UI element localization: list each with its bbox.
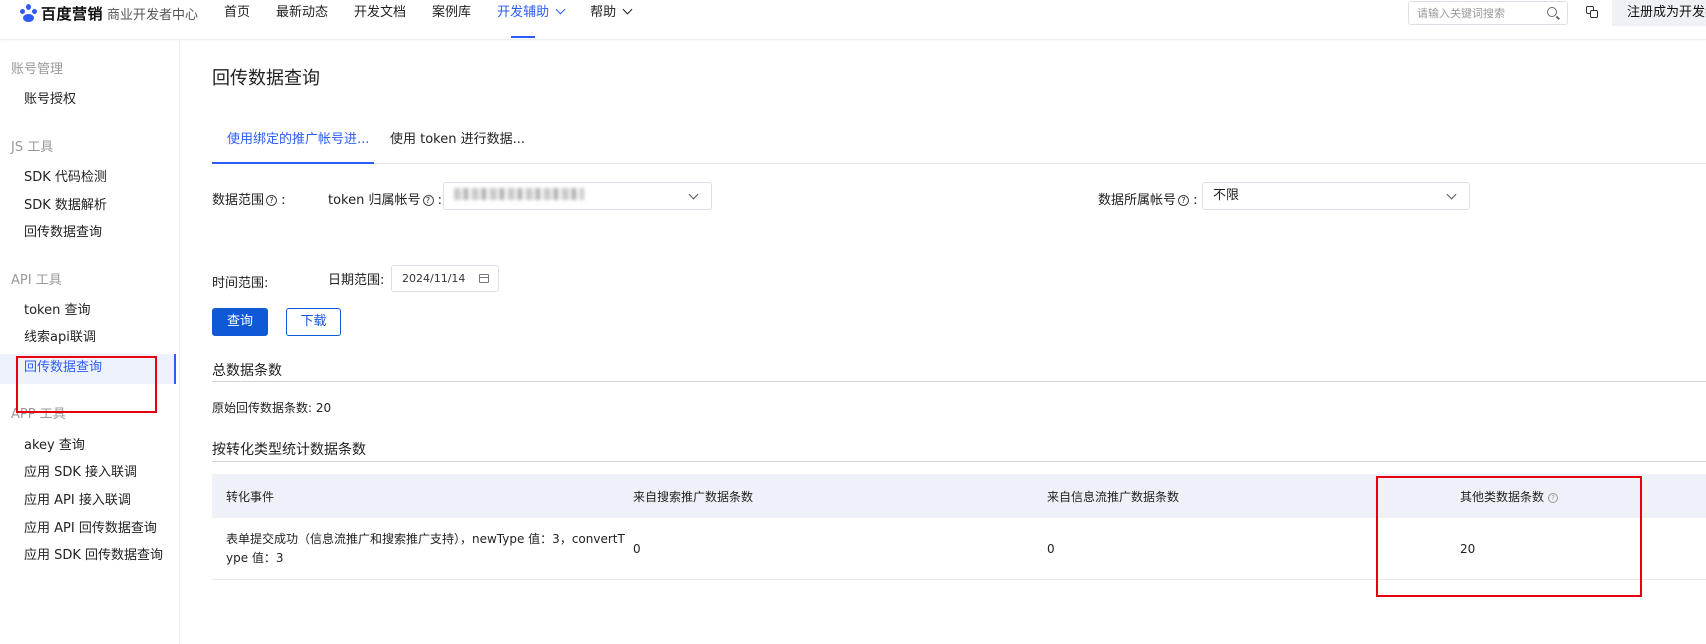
nav-home[interactable]: 首页 (224, 0, 250, 38)
sidebar-item-app-api-callback[interactable]: 应用 API 回传数据查询 (24, 517, 157, 536)
section-divider (212, 381, 1706, 382)
help-icon[interactable]: ? (1178, 195, 1190, 206)
baidu-paw-icon (20, 4, 38, 22)
sidebar-group-api: API 工具 (11, 273, 62, 288)
data-account-label: 数据所属帐号? : (1098, 193, 1198, 208)
help-icon[interactable]: ? (266, 195, 278, 206)
search-box (1408, 1, 1568, 25)
tab-bar: 使用绑定的推广帐号进... 使用 token 进行数据... (211, 132, 1706, 164)
sidebar-item-sdk-check[interactable]: SDK 代码检测 (24, 166, 107, 185)
tab-bound-account[interactable]: 使用绑定的推广帐号进... (211, 132, 375, 164)
register-button[interactable]: 注册成为开发者 (1612, 0, 1706, 26)
total-count: 原始回传数据条数: 20 (212, 401, 332, 415)
highlight-annotation (16, 356, 157, 413)
sidebar-item-lead-api[interactable]: 线索api联调 (24, 326, 96, 345)
sidebar-item-app-sdk-callback[interactable]: 应用 SDK 回传数据查询 (24, 544, 163, 563)
page-title: 回传数据查询 (212, 68, 320, 89)
main-nav: 首页 最新动态 开发文档 案例库 开发辅助 帮助 (224, 0, 657, 40)
copy-icon[interactable] (1586, 6, 1598, 18)
nav-cases[interactable]: 案例库 (432, 0, 471, 38)
download-button[interactable]: 下载 (286, 308, 341, 336)
tab-token[interactable]: 使用 token 进行数据... (390, 132, 525, 164)
table-cell-feed: 0 (1047, 542, 1055, 556)
sidebar-item-app-api-debug[interactable]: 应用 API 接入联调 (24, 489, 131, 508)
redacted-account-value (454, 188, 584, 200)
nav-help[interactable]: 帮助 (590, 0, 633, 38)
column-header: 来自搜索推广数据条数 (633, 490, 754, 504)
date-range-label: 日期范围: (328, 273, 385, 288)
sidebar-item-js-callback-query[interactable]: 回传数据查询 (24, 221, 102, 240)
section-divider (212, 461, 1706, 462)
search-icon[interactable] (1547, 7, 1557, 17)
sidebar-item-account-auth[interactable]: 账号授权 (24, 88, 76, 107)
total-count-value: 20 (315, 401, 332, 415)
highlight-annotation (1376, 476, 1642, 597)
top-header: 百度营销 商业开发者中心 首页 最新动态 开发文档 案例库 开发辅助 帮助 注册… (0, 0, 1706, 40)
chevron-down-icon (555, 4, 566, 15)
sidebar: 账号管理 账号授权 JS 工具 SDK 代码检测 SDK 数据解析 回传数据查询… (0, 40, 180, 644)
token-owner-select[interactable] (443, 182, 712, 210)
sidebar-item-token-query[interactable]: token 查询 (24, 299, 91, 318)
search-input[interactable] (1417, 6, 1537, 20)
table-cell-event: 表单提交成功（信息流推广和搜索推广支持），newType 值：3，convert… (226, 532, 625, 565)
sidebar-active-indicator (174, 354, 176, 384)
data-account-value: 不限 (1213, 188, 1240, 203)
column-header: 转化事件 (226, 490, 275, 504)
sidebar-group-account: 账号管理 (11, 62, 64, 77)
stats-section-title: 按转化类型统计数据条数 (212, 442, 366, 458)
date-value: 2024/11/14 (402, 272, 466, 285)
logo[interactable]: 百度营销 商业开发者中心 (20, 2, 198, 24)
sidebar-item-sdk-parse[interactable]: SDK 数据解析 (24, 194, 107, 213)
date-picker[interactable]: 2024/11/14 (391, 265, 499, 292)
sidebar-item-akey-query[interactable]: akey 查询 (24, 434, 85, 453)
calendar-icon (479, 274, 489, 283)
data-range-label: 数据范围? : (212, 193, 286, 208)
chevron-down-icon (1446, 189, 1457, 200)
total-section-title: 总数据条数 (212, 363, 282, 379)
query-button[interactable]: 查询 (212, 308, 268, 336)
nav-news[interactable]: 最新动态 (276, 0, 328, 38)
column-header: 来自信息流推广数据条数 (1047, 490, 1180, 504)
sidebar-item-app-sdk-debug[interactable]: 应用 SDK 接入联调 (24, 461, 137, 480)
sidebar-group-js: JS 工具 (11, 140, 54, 155)
nav-dev-tools[interactable]: 开发辅助 (497, 0, 566, 38)
brand-name: 百度营销 (41, 4, 104, 23)
token-owner-label: token 归属帐号? : (328, 193, 443, 208)
help-icon[interactable]: ? (422, 195, 434, 206)
chevron-down-icon (688, 189, 699, 200)
data-account-select[interactable]: 不限 (1202, 182, 1470, 210)
time-range-label: 时间范围: (212, 276, 269, 291)
brand-subtitle: 商业开发者中心 (107, 7, 199, 23)
table-cell-search: 0 (633, 542, 641, 556)
chevron-down-icon (622, 4, 633, 15)
nav-docs[interactable]: 开发文档 (354, 0, 406, 38)
